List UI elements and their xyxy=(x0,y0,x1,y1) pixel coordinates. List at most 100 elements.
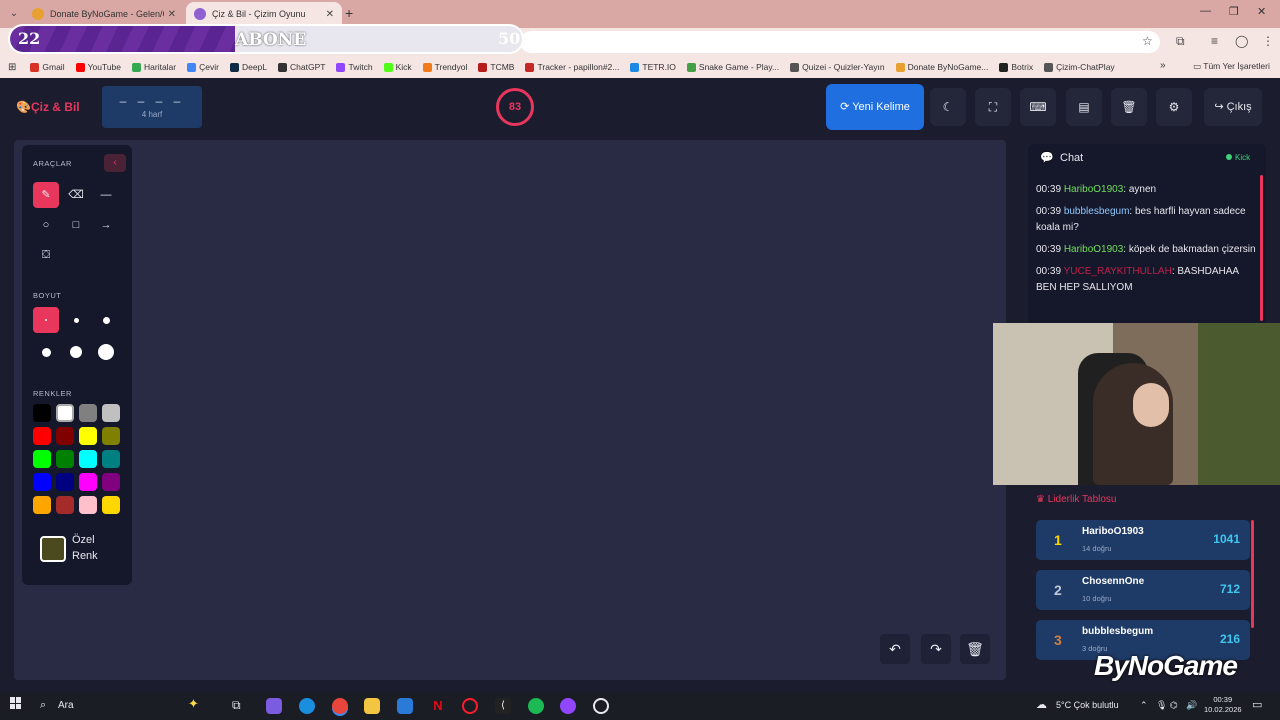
color-swatch[interactable] xyxy=(33,427,51,445)
tab-search-icon[interactable]: ⌄ xyxy=(6,6,22,22)
netflix-icon[interactable]: N xyxy=(430,698,446,714)
browser-tab-cizbil[interactable]: Çiz & Bil - Çizim Oyunu ✕ xyxy=(186,2,342,26)
notification-icon[interactable]: ▭ xyxy=(1252,698,1262,711)
collapse-panel-button[interactable]: ‹ xyxy=(104,154,126,172)
minimize-icon[interactable]: — xyxy=(1200,5,1211,17)
weather-text[interactable]: 5°C Çok bulutlu xyxy=(1056,700,1119,710)
color-swatch[interactable] xyxy=(56,427,74,445)
fullscreen-button[interactable]: ⛶ xyxy=(975,88,1011,126)
color-swatch[interactable] xyxy=(102,473,120,491)
bookmark-item[interactable]: ChatGPT xyxy=(278,62,325,72)
profile-avatar-icon[interactable]: ◯ xyxy=(1235,34,1248,48)
opera-icon[interactable] xyxy=(462,698,478,714)
arrow-tool[interactable]: → xyxy=(93,212,119,238)
rectangle-tool[interactable]: □ xyxy=(63,212,89,238)
bookmark-item[interactable]: Snake Game - Play... xyxy=(686,62,779,72)
brush-tool[interactable]: ✎ xyxy=(33,182,59,208)
bookmark-item[interactable]: Çevir xyxy=(187,62,219,72)
all-bookmarks[interactable]: ▭ Tüm Yer İşaretleri xyxy=(1193,61,1270,72)
color-swatch[interactable] xyxy=(33,404,51,422)
color-swatch[interactable] xyxy=(102,427,120,445)
color-swatch[interactable] xyxy=(79,473,97,491)
copilot-icon[interactable] xyxy=(266,698,282,714)
browser-tab-donate[interactable]: Donate ByNoGame - Gelen/Gi: ✕ xyxy=(24,2,184,26)
chat-username[interactable]: YUCE_RAYKITHULLAH xyxy=(1064,266,1172,277)
keyboard-button[interactable]: ⌨ xyxy=(1020,88,1056,126)
obs-icon[interactable] xyxy=(593,698,609,714)
bookmark-star-icon[interactable]: ☆ xyxy=(1142,34,1153,48)
line-tool[interactable]: — xyxy=(93,182,119,208)
close-icon[interactable]: ✕ xyxy=(326,9,334,20)
close-icon[interactable]: ✕ xyxy=(168,9,176,20)
color-swatch[interactable] xyxy=(56,496,74,514)
chrome-icon[interactable] xyxy=(332,698,348,714)
bookmark-item[interactable]: Tracker - papillon#2... xyxy=(525,62,619,72)
color-swatch[interactable] xyxy=(79,404,97,422)
size-option-4[interactable] xyxy=(33,339,59,365)
bookmark-item[interactable]: Botrix xyxy=(999,62,1033,72)
bookmark-item[interactable]: Haritalar xyxy=(132,62,176,72)
color-swatch[interactable] xyxy=(102,496,120,514)
fill-tool[interactable]: ⛋ xyxy=(33,242,59,268)
mail-icon[interactable] xyxy=(397,698,413,714)
settings-button[interactable]: ⚙ xyxy=(1156,88,1192,126)
drawing-canvas[interactable] xyxy=(14,140,1006,680)
size-option-3[interactable] xyxy=(93,307,119,333)
bookmark-item[interactable]: Gmail xyxy=(30,62,65,72)
eraser-tool[interactable]: ⌫ xyxy=(63,182,89,208)
menu-icon[interactable]: ⋮ xyxy=(1262,34,1274,48)
color-swatch[interactable] xyxy=(33,450,51,468)
bookmark-item[interactable]: DeepL xyxy=(229,62,267,72)
address-bar[interactable] xyxy=(520,31,1160,53)
color-swatch[interactable] xyxy=(56,450,74,468)
tray-expand-icon[interactable]: ⌃ xyxy=(1140,700,1148,711)
leaderboard-scrollbar[interactable] xyxy=(1251,520,1254,628)
bookmark-item[interactable]: Çizim-ChatPlay xyxy=(1044,62,1115,72)
color-swatch[interactable] xyxy=(33,496,51,514)
dark-mode-button[interactable]: ☾ xyxy=(930,88,966,126)
archive-button[interactable]: ▤ xyxy=(1066,88,1102,126)
mic-icon[interactable]: 🎙 xyxy=(1156,700,1167,711)
bookmark-item[interactable]: Kick xyxy=(383,62,412,72)
restore-icon[interactable]: ❐ xyxy=(1229,5,1239,18)
chat-scrollbar[interactable] xyxy=(1260,175,1263,321)
bookmark-item[interactable]: YouTube xyxy=(75,62,121,72)
copilot-sparkle-icon[interactable]: ✦ xyxy=(188,696,204,712)
bookmarks-overflow-icon[interactable]: » xyxy=(1160,60,1166,71)
color-swatch[interactable] xyxy=(79,496,97,514)
bookmark-item[interactable]: Quizei - Quizler-Yayın xyxy=(790,62,885,72)
chat-username[interactable]: HariboO1903 xyxy=(1064,244,1123,255)
spotify-icon[interactable] xyxy=(528,698,544,714)
task-view-icon[interactable]: ⧉ xyxy=(232,698,248,714)
color-swatch[interactable] xyxy=(56,404,74,422)
delete-button[interactable]: 🗑 xyxy=(1111,88,1147,126)
chat-username[interactable]: HariboO1903 xyxy=(1064,184,1123,195)
bookmark-item[interactable]: TCMB xyxy=(478,62,514,72)
redo-button[interactable]: ↷ xyxy=(921,634,951,664)
network-icon[interactable]: ⌬ xyxy=(1170,700,1178,711)
media-icon[interactable]: ≡ xyxy=(1211,34,1218,48)
bookmark-item[interactable]: Trendyol xyxy=(422,62,467,72)
undo-button[interactable]: ↶ xyxy=(880,634,910,664)
window-close-icon[interactable]: ✕ xyxy=(1257,5,1266,18)
logout-button[interactable]: ↪ Çıkış xyxy=(1204,88,1262,126)
color-swatch[interactable] xyxy=(56,473,74,491)
bookmark-item[interactable]: Donate ByNoGame... xyxy=(895,62,988,72)
chat-username[interactable]: bubblesbegum xyxy=(1064,206,1130,217)
system-clock[interactable]: 00:39 10.02.2026 xyxy=(1204,695,1242,715)
size-option-6[interactable] xyxy=(93,339,119,365)
size-option-5[interactable] xyxy=(63,339,89,365)
windows-start-icon[interactable] xyxy=(10,697,22,709)
new-tab-icon[interactable]: + xyxy=(345,5,353,21)
size-option-1[interactable] xyxy=(33,307,59,333)
capcut-icon[interactable]: ⟨ xyxy=(495,698,511,714)
custom-color-swatch[interactable] xyxy=(40,536,66,562)
app-icon[interactable] xyxy=(560,698,576,714)
color-swatch[interactable] xyxy=(102,450,120,468)
edge-icon[interactable] xyxy=(299,698,315,714)
circle-tool[interactable]: ○ xyxy=(33,212,59,238)
extensions-icon[interactable]: ⧉ xyxy=(1176,34,1185,49)
file-explorer-icon[interactable] xyxy=(364,698,380,714)
color-swatch[interactable] xyxy=(102,404,120,422)
apps-grid-icon[interactable]: ⊞ xyxy=(8,62,16,73)
